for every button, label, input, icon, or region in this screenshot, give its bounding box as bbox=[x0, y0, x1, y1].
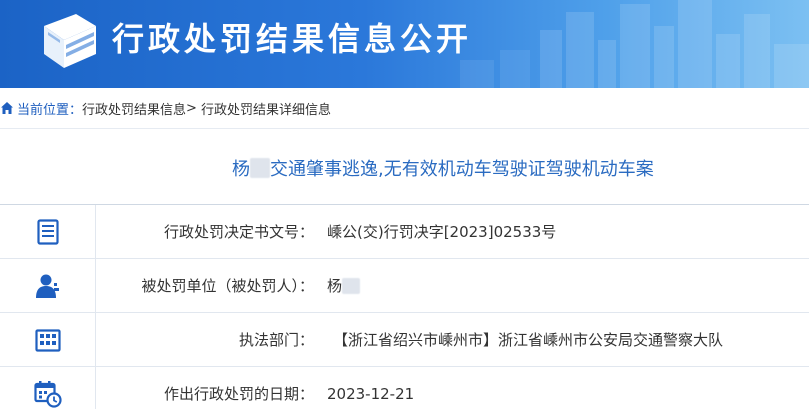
person-icon bbox=[35, 274, 59, 298]
table-row-decision-number: 行政处罚决定书文号： 嵊公(交)行罚决字[2023]02533号 bbox=[0, 204, 809, 258]
document-list-icon bbox=[36, 218, 59, 245]
field-label: 执法部门： bbox=[238, 331, 314, 349]
breadcrumb-link-result-info[interactable]: 行政处罚结果信息 bbox=[82, 99, 186, 118]
field-value: 杨 bbox=[327, 275, 361, 296]
page-banner-title: 行政处罚结果信息公开 bbox=[112, 20, 473, 58]
table-row-penalized-party: 被处罚单位（被处罚人）： 杨 bbox=[0, 258, 809, 312]
header-divider bbox=[0, 128, 809, 129]
field-value: 2023-12-21 bbox=[327, 384, 415, 403]
book-logo-icon bbox=[44, 14, 96, 68]
table-row-enforcement-dept: 执法部门： 【浙江省绍兴市嵊州市】浙江省嵊州市公安局交通警察大队 bbox=[0, 312, 809, 366]
redacted-name-block bbox=[342, 277, 361, 294]
penalty-info-table: 行政处罚决定书文号： 嵊公(交)行罚决字[2023]02533号 被处罚单位（被… bbox=[0, 204, 809, 409]
field-value: 嵊公(交)行罚决字[2023]02533号 bbox=[327, 223, 557, 241]
field-label: 作出行政处罚的日期： bbox=[163, 385, 314, 403]
home-icon[interactable] bbox=[0, 101, 14, 115]
table-row-penalty-date: 作出行政处罚的日期： 2023-12-21 bbox=[0, 366, 809, 409]
field-label: 被处罚单位（被处罚人）： bbox=[141, 277, 314, 295]
breadcrumb-prefix: 当前位置： bbox=[17, 102, 83, 118]
penalized-name: 杨 bbox=[327, 277, 343, 295]
row-icon-cell bbox=[0, 205, 96, 258]
case-title: 杨 交通肇事逃逸,无有效机动车驾驶证驾驶机动车案 bbox=[232, 155, 654, 181]
case-title-text: 交通肇事逃逸,无有效机动车驾驶证驾驶机动车案 bbox=[270, 159, 654, 180]
calendar-clock-icon bbox=[33, 380, 62, 408]
row-icon-cell bbox=[0, 367, 96, 409]
redacted-name-block bbox=[250, 158, 270, 178]
row-icon-cell bbox=[0, 313, 96, 366]
case-title-name: 杨 bbox=[232, 159, 250, 180]
field-value: 【浙江省绍兴市嵊州市】浙江省嵊州市公安局交通警察大队 bbox=[333, 331, 724, 349]
building-icon bbox=[34, 328, 61, 352]
field-label: 行政处罚决定书文号： bbox=[163, 223, 314, 241]
breadcrumb-current: 行政处罚结果详细信息 bbox=[200, 102, 331, 118]
header-banner: 行政处罚结果信息公开 bbox=[0, 0, 809, 88]
breadcrumb-separator: > bbox=[186, 100, 197, 116]
breadcrumb: 当前位置： 行政处罚结果信息 > 行政处罚结果详细信息 bbox=[0, 97, 331, 119]
row-icon-cell bbox=[0, 259, 96, 312]
